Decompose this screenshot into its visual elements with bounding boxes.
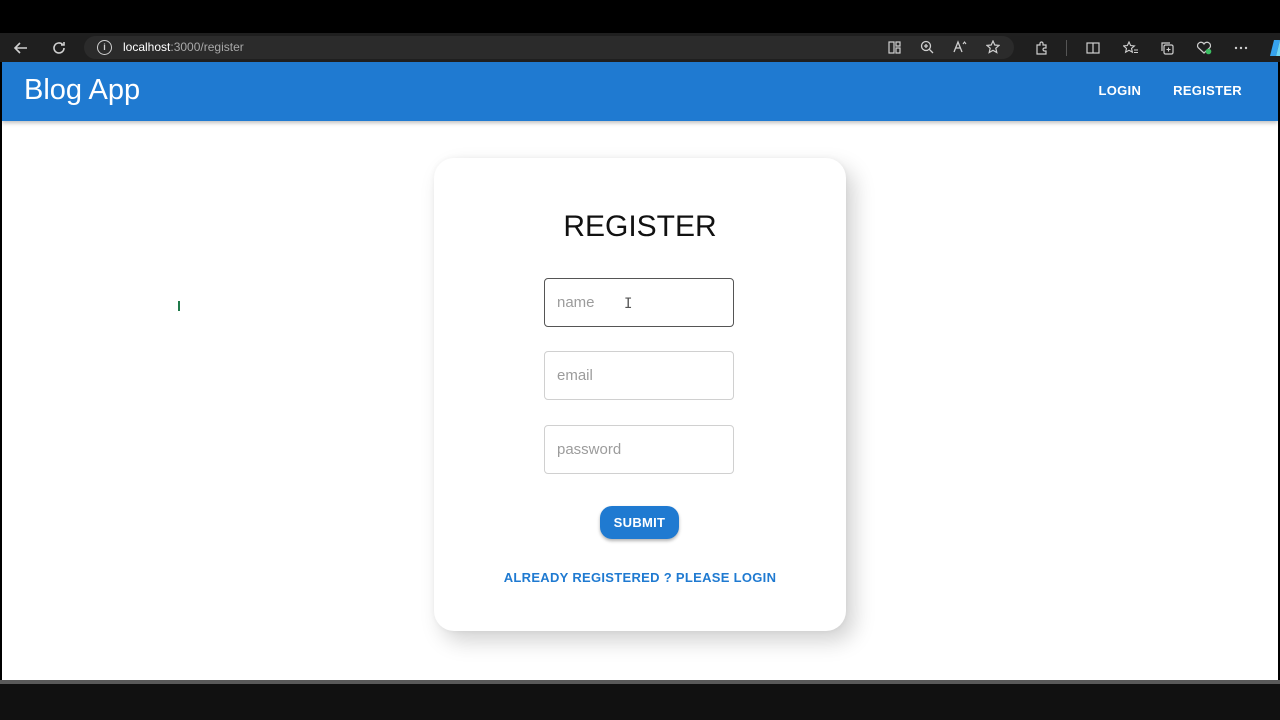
web-page: Blog App LOGIN REGISTER REGISTER I SUBMI… xyxy=(2,62,1278,680)
already-registered-login-link[interactable]: ALREADY REGISTERED ? PLEASE LOGIN xyxy=(434,570,846,585)
extensions-icon[interactable] xyxy=(1030,37,1052,59)
site-info-icon[interactable]: i xyxy=(97,40,112,55)
address-bar-actions xyxy=(872,36,1014,59)
form-title: REGISTER xyxy=(563,210,717,243)
email-input[interactable] xyxy=(545,352,733,399)
copilot-icon[interactable] xyxy=(1267,37,1280,59)
url-text[interactable]: localhost:3000/register xyxy=(123,40,244,54)
password-field[interactable] xyxy=(544,425,734,474)
read-aloud-icon[interactable] xyxy=(949,36,971,58)
name-field[interactable]: I xyxy=(544,278,734,327)
zoom-in-icon[interactable] xyxy=(916,36,938,58)
more-icon[interactable] xyxy=(1230,37,1252,59)
screen-bottom-bar xyxy=(0,680,1280,720)
header-nav: LOGIN REGISTER xyxy=(1066,83,1242,98)
window-bottom-edge xyxy=(0,680,1280,684)
collections-icon[interactable] xyxy=(1156,37,1178,59)
brand-title[interactable]: Blog App xyxy=(24,74,140,107)
favorite-star-icon[interactable] xyxy=(982,36,1004,58)
email-field[interactable] xyxy=(544,351,734,400)
health-icon[interactable] xyxy=(1193,37,1215,59)
back-arrow-icon[interactable] xyxy=(10,37,32,59)
refresh-icon[interactable] xyxy=(48,37,70,59)
nav-login-link[interactable]: LOGIN xyxy=(1098,83,1141,98)
browser-toolbar-icons xyxy=(1030,37,1280,59)
split-screen-icon[interactable] xyxy=(1082,37,1104,59)
app-header: Blog App LOGIN REGISTER xyxy=(2,62,1278,121)
screen-top-bar xyxy=(0,0,1280,33)
stray-cursor-mark xyxy=(178,301,180,311)
favorites-icon[interactable] xyxy=(1119,37,1141,59)
register-card: REGISTER I SUBMIT ALREADY REGISTERED ? P… xyxy=(434,158,846,631)
name-input[interactable] xyxy=(545,279,733,326)
url-host: localhost xyxy=(123,40,171,54)
grid-view-icon[interactable] xyxy=(883,36,905,58)
nav-register-link[interactable]: REGISTER xyxy=(1173,83,1242,98)
toolbar-divider xyxy=(1066,40,1067,56)
url-path: :3000/register xyxy=(170,40,244,54)
password-input[interactable] xyxy=(545,426,733,473)
browser-toolbar: i localhost:3000/register xyxy=(0,33,1280,62)
submit-button[interactable]: SUBMIT xyxy=(600,506,679,539)
address-bar[interactable]: i localhost:3000/register xyxy=(84,36,1014,59)
